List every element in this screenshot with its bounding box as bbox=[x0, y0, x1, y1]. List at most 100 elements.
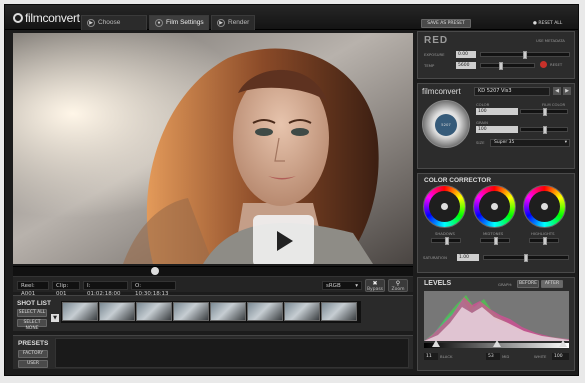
red-logo: RED bbox=[424, 35, 449, 46]
white-label: WHITE bbox=[534, 354, 547, 359]
white-point-handle[interactable] bbox=[559, 340, 567, 347]
highlights-color-wheel[interactable] bbox=[523, 185, 566, 228]
filmconvert-window: filmconvert ▶Choose Footage ●Film Settin… bbox=[4, 4, 579, 376]
reset-all-button[interactable]: ● RESET ALL bbox=[533, 21, 562, 26]
shot-thumbnail[interactable] bbox=[136, 302, 172, 321]
scrubber-handle[interactable] bbox=[151, 267, 159, 275]
zoom-button[interactable]: ⚲ Zoom bbox=[388, 279, 408, 292]
tab-render[interactable]: ▶ Render bbox=[211, 15, 255, 30]
use-metadata-toggle[interactable]: USE METADATA bbox=[536, 38, 565, 43]
highlights-label: HIGHLIGHTS bbox=[531, 231, 555, 236]
slider-handle[interactable] bbox=[543, 108, 547, 116]
film-size-select[interactable]: Super 35 ▾ bbox=[490, 139, 570, 147]
reset-all-label: RESET ALL bbox=[538, 21, 563, 26]
mid-point-handle[interactable] bbox=[493, 340, 501, 347]
select-none-button[interactable]: SELECT NONE bbox=[17, 319, 47, 331]
film-badge: 5207 bbox=[435, 114, 457, 136]
temp-label: TEMP bbox=[424, 63, 435, 68]
clip-field: Clip: 001 bbox=[52, 281, 80, 297]
exposure-input[interactable]: 0.00 bbox=[456, 51, 476, 58]
tab-label: Film Settings bbox=[166, 19, 204, 26]
midtones-slider[interactable] bbox=[480, 237, 510, 245]
slider-handle[interactable] bbox=[524, 254, 528, 262]
render-icon: ▶ bbox=[217, 19, 225, 27]
color-corrector-title: COLOR CORRECTOR bbox=[424, 177, 492, 184]
shot-thumbnail[interactable] bbox=[321, 302, 357, 321]
temp-input[interactable]: 5600 bbox=[456, 62, 476, 69]
folder-icon: ▶ bbox=[87, 19, 95, 27]
exposure-slider[interactable] bbox=[480, 51, 570, 59]
preset-browser[interactable] bbox=[55, 338, 409, 368]
tab-choose-footage[interactable]: ▶Choose Footage bbox=[81, 15, 147, 40]
out-timecode: O: 10:30:18:13 bbox=[131, 281, 176, 297]
mid-label: MID bbox=[502, 354, 510, 359]
color-slider[interactable] bbox=[520, 108, 568, 116]
timeline-scrubber[interactable] bbox=[13, 266, 413, 276]
white-input[interactable]: 100 bbox=[552, 353, 569, 360]
video-preview[interactable] bbox=[13, 33, 413, 264]
film-stock-value: KD 5207 Vis3 bbox=[478, 88, 512, 94]
saturation-label: SATURATION bbox=[423, 255, 447, 260]
black-input[interactable]: 11 bbox=[424, 353, 438, 360]
app-logo: filmconvert bbox=[13, 11, 80, 25]
select-all-button[interactable]: SELECT ALL bbox=[17, 309, 47, 317]
triangle-down-icon[interactable]: ▼ bbox=[51, 314, 59, 322]
before-button[interactable]: BEFORE bbox=[517, 280, 539, 288]
shot-list-title: SHOT LIST bbox=[17, 300, 51, 307]
slider-handle[interactable] bbox=[445, 237, 449, 245]
zoom-label: Zoom bbox=[391, 287, 405, 292]
slider-handle[interactable] bbox=[494, 237, 498, 245]
shadows-color-wheel[interactable] bbox=[423, 185, 466, 228]
shot-thumbnail[interactable] bbox=[210, 302, 246, 321]
timecode-bar: Reel: A001 Clip: 001 I: 01:02:18:00 O: 1… bbox=[13, 276, 413, 297]
in-timecode: I: 01:02:18:00 bbox=[83, 281, 128, 297]
reel-field: Reel: A001 bbox=[17, 281, 49, 297]
shot-thumbnail[interactable] bbox=[173, 302, 209, 321]
shadows-slider[interactable] bbox=[431, 237, 461, 245]
tab-film-settings[interactable]: ● Film Settings bbox=[149, 15, 209, 30]
shot-thumbnail[interactable] bbox=[284, 302, 320, 321]
shot-thumbnail[interactable] bbox=[247, 302, 283, 321]
presets-title: PRESETS bbox=[18, 340, 49, 347]
save-preset-button[interactable]: SAVE AS PRESET bbox=[421, 19, 471, 28]
slider-handle[interactable] bbox=[543, 126, 547, 134]
levels-title: LEVELS bbox=[424, 280, 452, 287]
slider-handle[interactable] bbox=[523, 51, 527, 59]
user-presets-button[interactable]: USER bbox=[18, 360, 48, 368]
midtones-label: MIDTONES bbox=[483, 231, 504, 236]
shot-thumbnail[interactable] bbox=[99, 302, 135, 321]
slider-handle[interactable] bbox=[543, 237, 547, 245]
clip-label: Clip: bbox=[56, 283, 69, 289]
color-space-value: sRGB bbox=[326, 283, 341, 289]
shot-thumbnail[interactable] bbox=[62, 302, 98, 321]
play-button[interactable] bbox=[253, 215, 314, 264]
black-point-handle[interactable] bbox=[432, 340, 440, 347]
midtones-color-wheel[interactable] bbox=[473, 185, 516, 228]
highlights-slider[interactable] bbox=[529, 237, 559, 245]
grain-input[interactable]: 100 bbox=[476, 126, 518, 133]
film-stock-select[interactable]: KD 5207 Vis3 bbox=[474, 87, 550, 96]
color-input[interactable]: 100 bbox=[476, 108, 518, 115]
mid-input[interactable]: 53 bbox=[486, 353, 500, 360]
temp-slider[interactable] bbox=[480, 62, 535, 70]
film-settings-panel: filmconvert KD 5207 Vis3 ◀ ▶ 5207 COLOR … bbox=[417, 83, 575, 169]
black-label: BLACK bbox=[440, 354, 453, 359]
exposure-label: EXPOSURE bbox=[424, 52, 445, 57]
slider-handle[interactable] bbox=[499, 62, 503, 70]
color-space-select[interactable]: sRGB ▾ bbox=[322, 281, 362, 290]
app-name: filmconvert bbox=[25, 11, 80, 25]
chevron-left-icon[interactable]: ◀ bbox=[553, 87, 561, 95]
histogram-graph bbox=[424, 291, 569, 341]
filmconvert-logo-icon bbox=[13, 13, 23, 23]
presets-panel: PRESETS FACTORY USER bbox=[13, 335, 413, 369]
saturation-slider[interactable] bbox=[483, 254, 569, 262]
chevron-right-icon[interactable]: ▶ bbox=[563, 87, 571, 95]
grain-label: GRAIN bbox=[476, 120, 488, 125]
bypass-button[interactable]: ✖ Bypass bbox=[365, 279, 385, 292]
after-button[interactable]: AFTER bbox=[541, 280, 563, 288]
grain-slider[interactable] bbox=[520, 126, 568, 134]
reset-icon[interactable] bbox=[540, 61, 547, 68]
saturation-input[interactable]: 1.00 bbox=[457, 254, 479, 261]
factory-presets-button[interactable]: FACTORY bbox=[18, 350, 48, 358]
filmconvert-panel-logo: filmconvert bbox=[422, 87, 461, 96]
